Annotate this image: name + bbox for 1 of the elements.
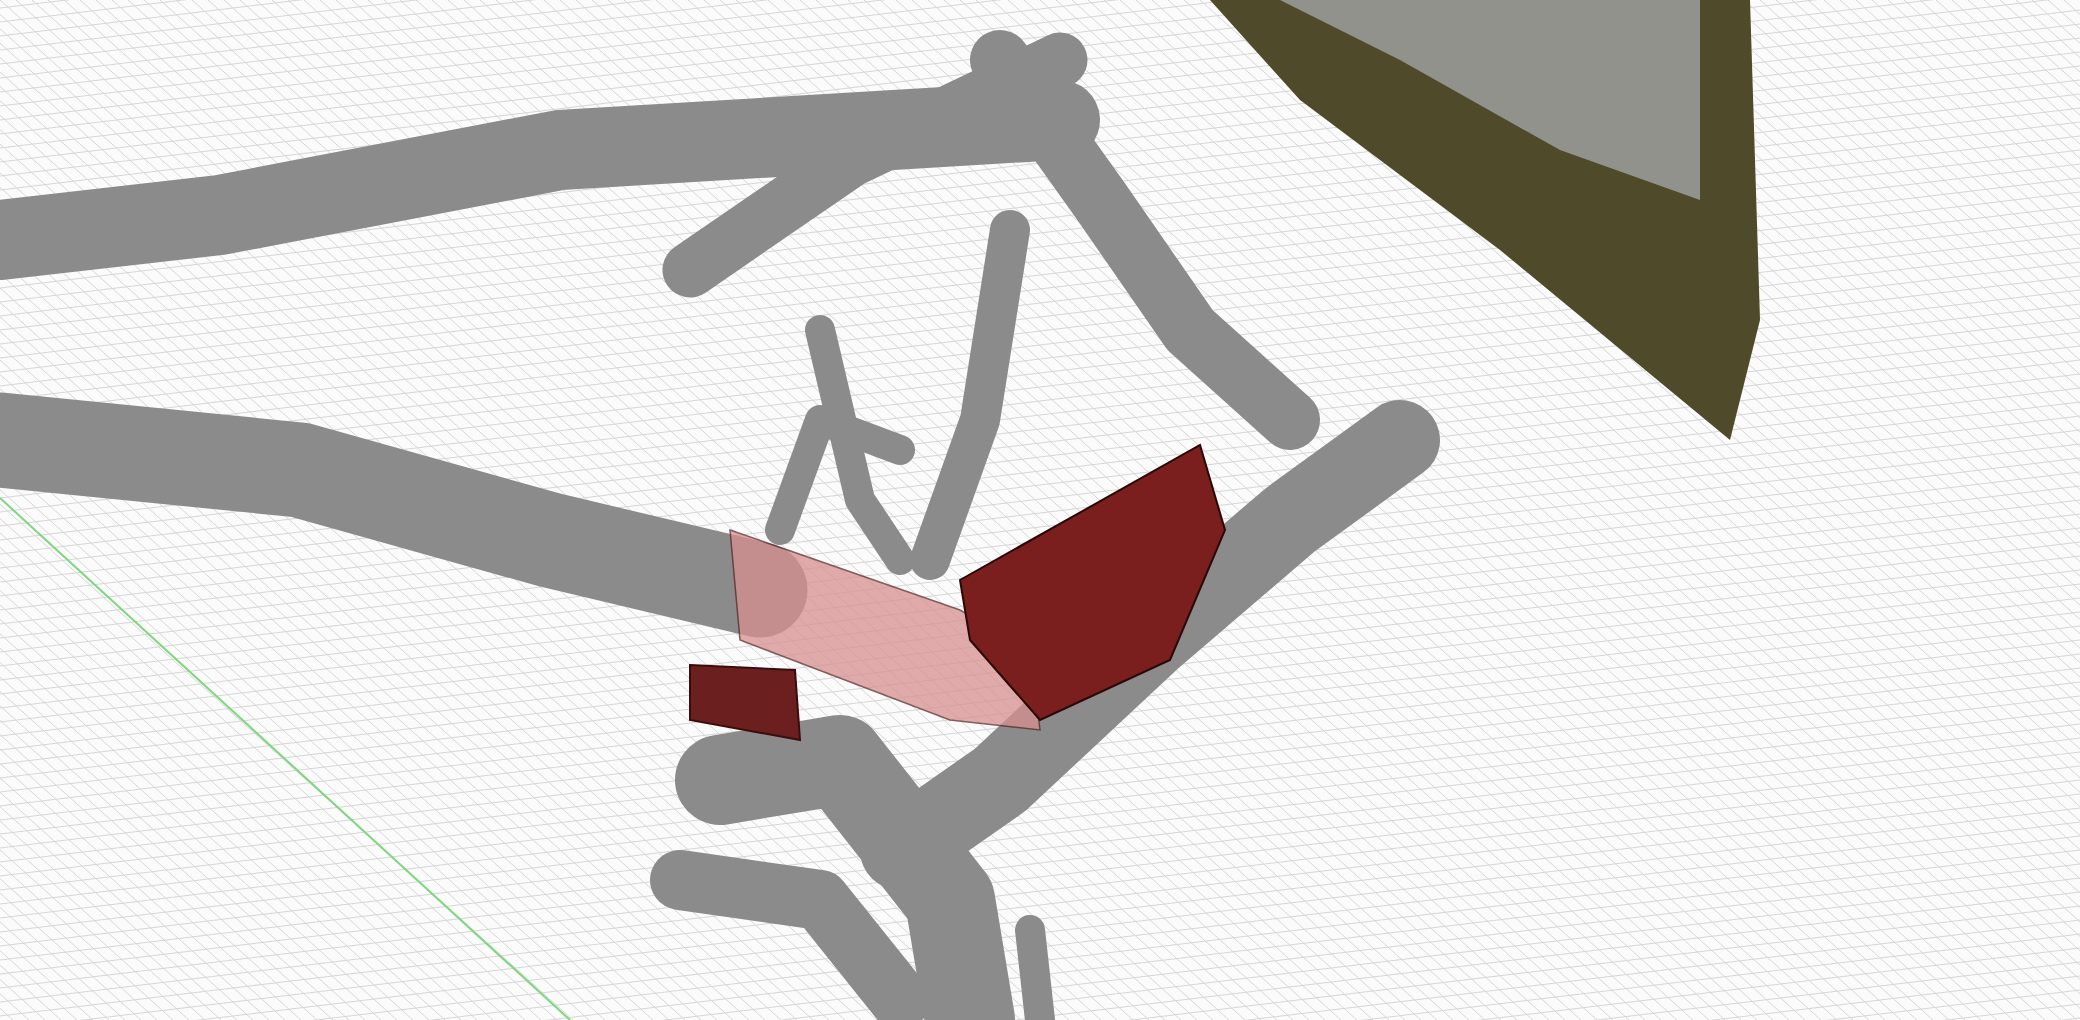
viewport-canvas[interactable]	[0, 0, 2080, 1020]
